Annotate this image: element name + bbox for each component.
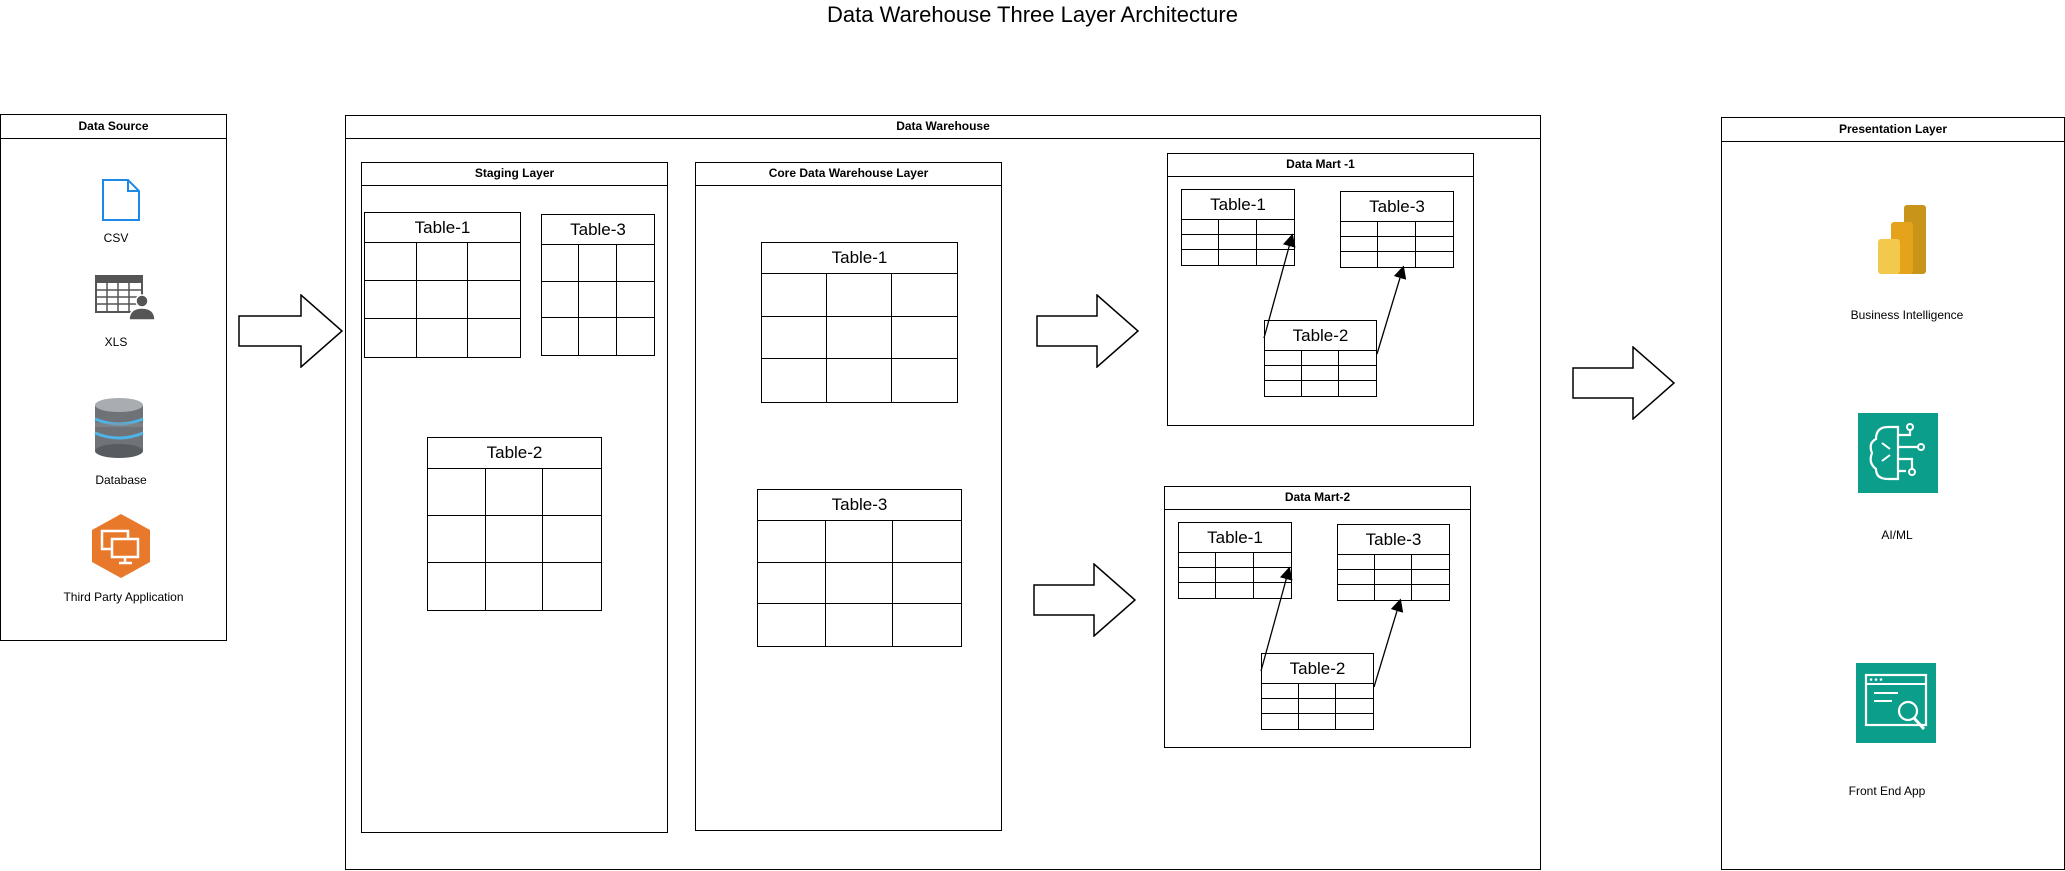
flow-arrow-warehouse-to-presentation <box>1572 346 1676 420</box>
table-title: Table-3 <box>542 215 654 245</box>
table-title: Table-1 <box>1182 190 1294 220</box>
data-mart-1-header: Data Mart -1 <box>1168 154 1473 177</box>
table-grid <box>1341 222 1453 267</box>
table-grid <box>1265 351 1376 396</box>
table-title: Table-3 <box>758 490 961 521</box>
table-title: Table-1 <box>762 243 957 274</box>
data-warehouse-header: Data Warehouse <box>346 116 1540 139</box>
table-title: Table-3 <box>1338 525 1449 555</box>
table-grid <box>1262 684 1373 729</box>
presentation-layer-header: Presentation Layer <box>1722 118 2064 142</box>
csv-label: CSV <box>103 231 129 245</box>
table-title: Table-3 <box>1341 192 1453 222</box>
diagram-title: Data Warehouse Three Layer Architecture <box>827 2 1238 27</box>
spreadsheet-user-icon <box>95 275 157 321</box>
core-table-3: Table-3 <box>757 489 962 647</box>
mart1-table-3: Table-3 <box>1340 191 1454 268</box>
xls-label: XLS <box>104 335 128 349</box>
third-party-app-icon <box>88 513 154 579</box>
front-end-app-icon <box>1856 663 1936 743</box>
table-title: Table-2 <box>1265 321 1376 351</box>
power-bi-icon <box>1876 204 1930 276</box>
ai-ml-icon <box>1858 413 1938 493</box>
staging-table-1: Table-1 <box>364 212 521 358</box>
flow-arrow-core-to-mart1 <box>1036 294 1140 368</box>
table-grid <box>542 245 654 355</box>
database-label: Database <box>95 473 147 487</box>
third-party-app-label: Third Party Application <box>63 590 184 604</box>
business-intelligence-label: Business Intelligence <box>1850 308 1964 322</box>
table-grid <box>1179 553 1291 598</box>
table-grid <box>1182 220 1294 265</box>
data-source-header: Data Source <box>1 115 226 139</box>
staging-layer-header: Staging Layer <box>362 163 667 186</box>
mart1-table-1: Table-1 <box>1181 189 1295 266</box>
data-mart-2-header: Data Mart-2 <box>1165 487 1470 510</box>
table-title: Table-1 <box>1179 523 1291 553</box>
table-title: Table-2 <box>1262 654 1373 684</box>
flow-arrow-source-to-warehouse <box>238 294 344 368</box>
table-grid <box>428 469 601 610</box>
mart1-table-2: Table-2 <box>1264 320 1377 397</box>
ai-ml-label: AI/ML <box>1881 528 1913 542</box>
database-icon <box>93 397 145 459</box>
flow-arrow-core-to-mart2 <box>1033 563 1137 637</box>
staging-table-3: Table-3 <box>541 214 655 356</box>
mart2-table-1: Table-1 <box>1178 522 1292 599</box>
table-grid <box>365 243 520 357</box>
mart2-table-2: Table-2 <box>1261 653 1374 730</box>
table-grid <box>1338 555 1449 600</box>
core-table-1: Table-1 <box>761 242 958 403</box>
staging-table-2: Table-2 <box>427 437 602 611</box>
mart2-table-3: Table-3 <box>1337 524 1450 601</box>
file-icon <box>102 179 140 221</box>
data-source-panel: Data Source CSV XLS Database Third Party… <box>0 114 227 641</box>
core-layer-header: Core Data Warehouse Layer <box>696 163 1001 186</box>
table-title: Table-1 <box>365 213 520 243</box>
table-grid <box>762 274 957 402</box>
table-grid <box>758 521 961 646</box>
front-end-app-label: Front End App <box>1848 784 1926 798</box>
table-title: Table-2 <box>428 438 601 469</box>
presentation-layer-panel: Presentation Layer Business Intelligence… <box>1721 117 2065 870</box>
